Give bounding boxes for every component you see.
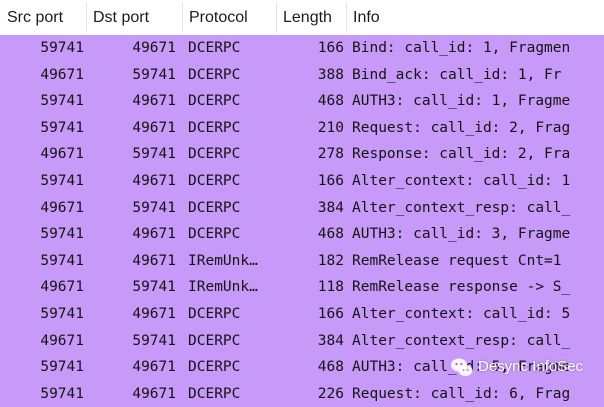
length-cell: 182	[317, 252, 344, 269]
info-cell: Alter_context: call_id: 5	[352, 305, 571, 322]
packet-row[interactable]: 49671 59741 DCERPC 278 Response: call_id: 2,…	[0, 141, 604, 168]
protocol-cell: DCERPC	[188, 172, 241, 189]
length-cell: 384	[317, 332, 344, 349]
protocol-cell: DCERPC	[188, 226, 241, 243]
dst-port-cell: 49671	[132, 40, 176, 56]
src-port-cell: 49671	[40, 66, 84, 83]
src-port-cell: 59741	[40, 226, 84, 243]
src-port-cell: 59741	[40, 305, 84, 322]
info-cell: Bind_ack: call_id: 1, Fr	[352, 66, 562, 83]
length-cell: 388	[317, 66, 344, 83]
column-header-protocol[interactable]: Protocol	[182, 0, 276, 35]
dst-port-cell: 49671	[132, 385, 176, 402]
length-cell: 468	[317, 93, 344, 110]
dst-port-cell: 59741	[132, 146, 176, 163]
packet-row[interactable]: 59741 49671 DCERPC 166 Bind: call_id: 1, Fra…	[0, 35, 604, 62]
packet-row[interactable]: 49671 59741 DCERPC 384 Alter_context_resp: c…	[0, 194, 604, 222]
protocol-cell: DCERPC	[188, 305, 241, 322]
dst-port-cell: 59741	[132, 66, 176, 83]
packet-row[interactable]: 59741 49671 IRemUnk… 182 RemRelease request …	[0, 247, 604, 275]
packet-row[interactable]: 59741 49671 DCERPC 166 Alter_context: call_i…	[0, 300, 604, 328]
src-port-cell: 59741	[40, 93, 84, 110]
info-cell: AUTH3: call_id: 1, Fragme	[352, 93, 571, 110]
column-header-src-port[interactable]: Src port	[0, 0, 86, 35]
dst-port-cell: 49671	[132, 359, 176, 376]
packet-list-header: Src port Dst port Protocol Length Info	[0, 0, 604, 36]
info-cell: AUTH3: call_id: 3, Fragme	[352, 226, 571, 243]
protocol-cell: DCERPC	[188, 385, 241, 402]
protocol-cell: DCERPC	[188, 66, 241, 83]
column-header-length[interactable]: Length	[276, 0, 346, 35]
length-cell: 384	[317, 199, 344, 216]
packet-row[interactable]: 49671 59741 DCERPC 384 Alter_context_resp: c…	[0, 327, 604, 355]
length-cell: 468	[317, 226, 344, 243]
protocol-cell: DCERPC	[188, 119, 241, 136]
info-cell: Alter_context_resp: call_	[352, 199, 571, 216]
protocol-cell: DCERPC	[188, 359, 241, 376]
dst-port-cell: 49671	[132, 252, 176, 269]
length-cell: 166	[317, 172, 344, 189]
info-cell: RemRelease response -> S_	[352, 279, 571, 296]
protocol-cell: IRemUnk…	[188, 252, 258, 269]
length-cell: 468	[317, 359, 344, 376]
packet-row[interactable]: 59741 49671 DCERPC 210 Request: call_id: 2, …	[0, 114, 604, 142]
protocol-cell: DCERPC	[188, 146, 241, 163]
packet-row[interactable]: 59741 49671 DCERPC 468 AUTH3: call_id: 1, Fr…	[0, 88, 604, 115]
dst-port-cell: 59741	[132, 332, 176, 349]
protocol-cell: DCERPC	[188, 199, 241, 216]
packet-row[interactable]: 59741 49671 DCERPC 166 Alter_context: call_i…	[0, 167, 604, 195]
info-cell: Response: call_id: 2, Fra	[352, 146, 571, 163]
protocol-cell: DCERPC	[188, 332, 241, 349]
length-cell: 226	[317, 385, 344, 402]
packet-row[interactable]: 49671 59741 DCERPC 388 Bind_ack: call_id: 1,…	[0, 61, 604, 89]
src-port-cell: 49671	[40, 279, 84, 296]
src-port-cell: 59741	[40, 359, 84, 376]
src-port-cell: 49671	[40, 146, 84, 163]
column-header-info[interactable]: Info	[346, 0, 604, 35]
length-cell: 278	[317, 146, 344, 163]
dst-port-cell: 49671	[132, 119, 176, 136]
dst-port-cell: 49671	[132, 93, 176, 110]
protocol-cell: DCERPC	[188, 40, 241, 56]
info-cell: Alter_context_resp: call_	[352, 332, 571, 349]
src-port-cell: 59741	[40, 385, 84, 402]
length-cell: 118	[317, 279, 344, 296]
info-cell: Bind: call_id: 1, Fragmen	[352, 40, 571, 56]
info-cell: Request: call_id: 2, Frag	[352, 119, 571, 136]
wechat-icon	[450, 357, 474, 379]
watermark-text: Desync InfoSec	[478, 358, 584, 375]
src-port-cell: 59741	[40, 119, 84, 136]
dst-port-cell: 49671	[132, 226, 176, 243]
column-header-dst-port[interactable]: Dst port	[86, 0, 182, 35]
length-cell: 166	[317, 40, 344, 56]
info-cell: RemRelease request Cnt=1	[352, 252, 562, 269]
length-cell: 166	[317, 305, 344, 322]
src-port-cell: 49671	[40, 199, 84, 216]
length-cell: 210	[317, 119, 344, 136]
src-port-cell: 59741	[40, 172, 84, 189]
src-port-cell: 49671	[40, 332, 84, 349]
src-port-cell: 59741	[40, 252, 84, 269]
packet-row[interactable]: 49671 59741 IRemUnk… 118 RemRelease response…	[0, 274, 604, 301]
info-cell: Alter_context: call_id: 1	[352, 172, 571, 189]
protocol-cell: IRemUnk…	[188, 279, 258, 296]
src-port-cell: 59741	[40, 40, 84, 56]
dst-port-cell: 59741	[132, 279, 176, 296]
watermark: Desync InfoSec	[444, 352, 604, 386]
protocol-cell: DCERPC	[188, 93, 241, 110]
dst-port-cell: 59741	[132, 199, 176, 216]
dst-port-cell: 49671	[132, 305, 176, 322]
dst-port-cell: 49671	[132, 172, 176, 189]
packet-row[interactable]: 59741 49671 DCERPC 468 AUTH3: call_id: 3, Fr…	[0, 221, 604, 248]
